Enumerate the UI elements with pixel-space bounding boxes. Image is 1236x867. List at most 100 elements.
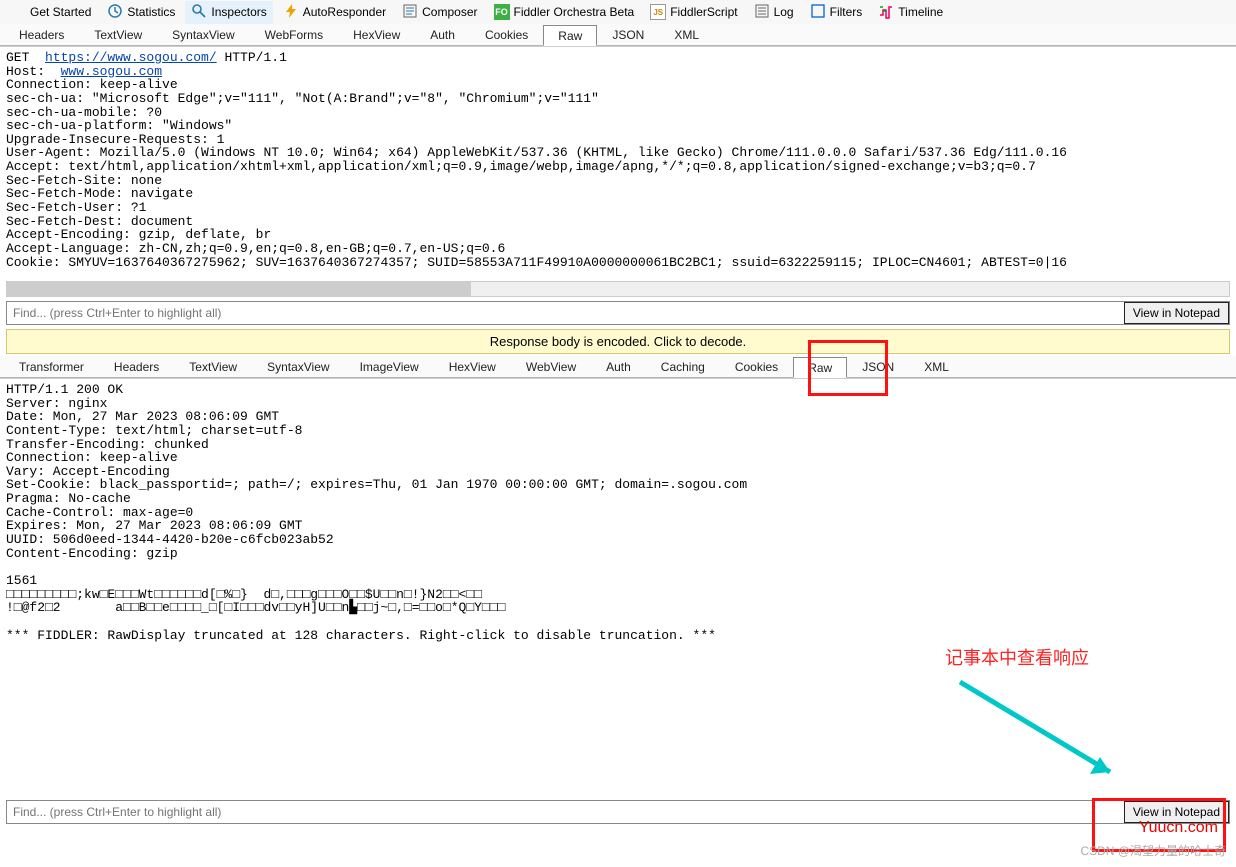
raw-line: Sec-Fetch-User: ?1 — [6, 201, 1230, 215]
tab-webforms[interactable]: WebForms — [250, 24, 338, 45]
tab-auth[interactable]: Auth — [591, 356, 646, 377]
tab-headers[interactable]: Headers — [4, 24, 79, 45]
main-toolbar: Get Started Statistics Inspectors AutoRespo… — [0, 0, 1236, 24]
request-tabs: HeadersTextViewSyntaxViewWebFormsHexView… — [0, 24, 1236, 46]
tab-hexview[interactable]: HexView — [434, 356, 511, 377]
tool-label: Get Started — [30, 5, 91, 19]
raw-line: Server: nginx — [6, 397, 1230, 411]
request-find-bar: View in Notepad — [6, 301, 1230, 325]
tool-label: FiddlerScript — [670, 5, 737, 19]
view-in-notepad-button[interactable]: View in Notepad — [1124, 302, 1229, 324]
tab-imageview[interactable]: ImageView — [345, 356, 434, 377]
raw-line: UUID: 506d0eed-1344-4420-b20e-c6fcb023ab… — [6, 533, 1230, 547]
scrollbar-thumb[interactable] — [7, 282, 471, 296]
raw-line: Date: Mon, 27 Mar 2023 08:06:09 GMT — [6, 410, 1230, 424]
raw-line: Connection: keep-alive — [6, 451, 1230, 465]
find-input[interactable] — [7, 801, 1124, 823]
raw-line: HTTP/1.1 200 OK — [6, 383, 1230, 397]
clock-icon — [107, 3, 123, 22]
tab-json[interactable]: JSON — [597, 24, 659, 45]
raw-line: Set-Cookie: black_passportid=; path=/; e… — [6, 478, 1230, 492]
tab-textview[interactable]: TextView — [174, 356, 252, 377]
raw-line: Vary: Accept-Encoding — [6, 465, 1230, 479]
tool-log[interactable]: Log — [748, 1, 800, 24]
raw-line: Accept-Encoding: gzip, deflate, br — [6, 228, 1230, 242]
raw-line: User-Agent: Mozilla/5.0 (Windows NT 10.0… — [6, 146, 1230, 160]
raw-line: Upgrade-Insecure-Requests: 1 — [6, 133, 1230, 147]
tool-label: Composer — [422, 5, 477, 19]
tab-cookies[interactable]: Cookies — [470, 24, 543, 45]
search-icon — [191, 3, 207, 22]
tool-timeline[interactable]: Timeline — [872, 1, 949, 24]
tab-hexview[interactable]: HexView — [338, 24, 415, 45]
raw-line: 1561 — [6, 574, 1230, 588]
tool-composer[interactable]: Composer — [396, 1, 483, 24]
tab-headers[interactable]: Headers — [99, 356, 174, 377]
raw-line: Content-Type: text/html; charset=utf-8 — [6, 424, 1230, 438]
bolt-icon — [283, 3, 299, 22]
tool-get-started[interactable]: Get Started — [4, 1, 97, 24]
tool-label: Filters — [830, 5, 863, 19]
tab-json[interactable]: JSON — [847, 356, 909, 377]
raw-line: Cookie: SMYUV=1637640367275962; SUV=1637… — [6, 256, 1230, 270]
tool-statistics[interactable]: Statistics — [101, 1, 181, 24]
raw-line — [6, 560, 1230, 574]
tab-xml[interactable]: XML — [659, 24, 714, 45]
raw-line: GET https://www.sogou.com/ HTTP/1.1 — [6, 51, 1230, 65]
request-raw-view[interactable]: GET https://www.sogou.com/ HTTP/1.1Host:… — [0, 46, 1236, 281]
raw-line: Sec-Fetch-Site: none — [6, 174, 1230, 188]
raw-line: Expires: Mon, 27 Mar 2023 08:06:09 GMT — [6, 519, 1230, 533]
start-icon — [10, 3, 26, 22]
request-scrollbar-h[interactable] — [6, 281, 1230, 297]
tool-label: Log — [774, 5, 794, 19]
tab-syntaxview[interactable]: SyntaxView — [157, 24, 249, 45]
tab-webview[interactable]: WebView — [511, 356, 591, 377]
raw-line: Accept: text/html,application/xhtml+xml,… — [6, 160, 1230, 174]
raw-line: Content-Encoding: gzip — [6, 547, 1230, 561]
tool-fiddlerscript[interactable]: JS FiddlerScript — [644, 2, 743, 23]
find-input[interactable] — [7, 302, 1124, 324]
raw-line: *** FIDDLER: RawDisplay truncated at 128… — [6, 629, 1230, 643]
raw-line: Cache-Control: max-age=0 — [6, 506, 1230, 520]
response-raw-view[interactable]: HTTP/1.1 200 OKServer: nginxDate: Mon, 2… — [0, 378, 1236, 798]
raw-line — [6, 615, 1230, 629]
fo-icon: FO — [494, 4, 510, 20]
tab-raw[interactable]: Raw — [793, 357, 847, 378]
js-icon: JS — [650, 4, 666, 21]
raw-line: !□@f2□2 a□□B□□e□□□□_□[□I□□□dv□□yH]U□□n▙□… — [6, 601, 1230, 615]
tab-xml[interactable]: XML — [909, 356, 964, 377]
tool-inspectors[interactable]: Inspectors — [185, 1, 272, 24]
raw-line: Host: www.sogou.com — [6, 65, 1230, 79]
raw-line: sec-ch-ua-platform: "Windows" — [6, 119, 1230, 133]
tab-raw[interactable]: Raw — [543, 25, 597, 46]
tool-filters[interactable]: Filters — [804, 1, 869, 24]
tool-label: Timeline — [898, 5, 943, 19]
tool-fiddler-orchestra-beta[interactable]: FO Fiddler Orchestra Beta — [488, 2, 641, 22]
tool-label: AutoResponder — [303, 5, 386, 19]
raw-line: Connection: keep-alive — [6, 78, 1230, 92]
decode-banner[interactable]: Response body is encoded. Click to decod… — [6, 329, 1230, 354]
response-tabs: TransformerHeadersTextViewSyntaxViewImag… — [0, 356, 1236, 378]
log-icon — [754, 3, 770, 22]
tool-autoresponder[interactable]: AutoResponder — [277, 1, 392, 24]
raw-line: Accept-Language: zh-CN,zh;q=0.9,en;q=0.8… — [6, 242, 1230, 256]
raw-line: Sec-Fetch-Mode: navigate — [6, 187, 1230, 201]
filter-icon — [810, 3, 826, 22]
compose-icon — [402, 3, 418, 22]
raw-line: Transfer-Encoding: chunked — [6, 438, 1230, 452]
tool-label: Inspectors — [211, 5, 266, 19]
tab-transformer[interactable]: Transformer — [4, 356, 99, 377]
raw-line: sec-ch-ua: "Microsoft Edge";v="111", "No… — [6, 92, 1230, 106]
tool-label: Statistics — [127, 5, 175, 19]
csdn-watermark: CSDN @渴望力量的哈士奇 — [1080, 842, 1226, 859]
tab-textview[interactable]: TextView — [79, 24, 157, 45]
raw-line: Sec-Fetch-Dest: document — [6, 215, 1230, 229]
tab-cookies[interactable]: Cookies — [720, 356, 793, 377]
tab-syntaxview[interactable]: SyntaxView — [252, 356, 344, 377]
yuucn-watermark: Yuucn.com — [1139, 819, 1218, 837]
raw-line: sec-ch-ua-mobile: ?0 — [6, 106, 1230, 120]
response-find-bar: View in Notepad — [6, 800, 1230, 824]
tab-caching[interactable]: Caching — [646, 356, 720, 377]
tab-auth[interactable]: Auth — [415, 24, 470, 45]
tool-label: Fiddler Orchestra Beta — [514, 5, 635, 19]
